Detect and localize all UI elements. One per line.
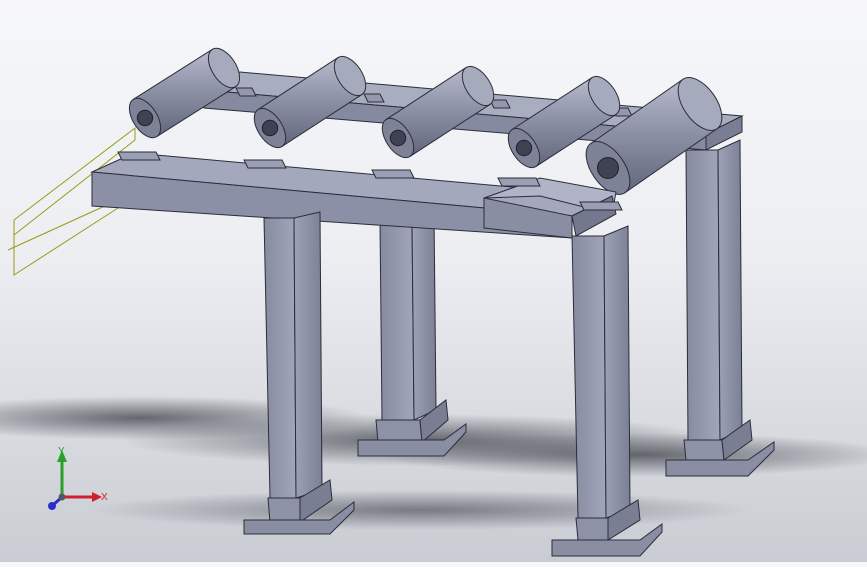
triad-origin — [58, 493, 66, 501]
graphics-viewport[interactable]: Y X — [0, 0, 867, 562]
triad-y-label: Y — [58, 446, 65, 457]
roller-axle — [389, 129, 407, 147]
leg-back-right[interactable] — [665, 139, 775, 477]
roller-axle — [597, 157, 619, 179]
model-canvas[interactable]: Y X — [0, 0, 867, 562]
roller-axle — [515, 139, 533, 157]
triad-x-label: X — [101, 492, 108, 503]
roller-axle — [261, 119, 279, 137]
coordinate-triad[interactable]: Y X — [48, 446, 108, 510]
triad-z-end — [48, 502, 56, 510]
roller-axle — [136, 109, 154, 127]
leg-front-left[interactable] — [243, 211, 355, 535]
